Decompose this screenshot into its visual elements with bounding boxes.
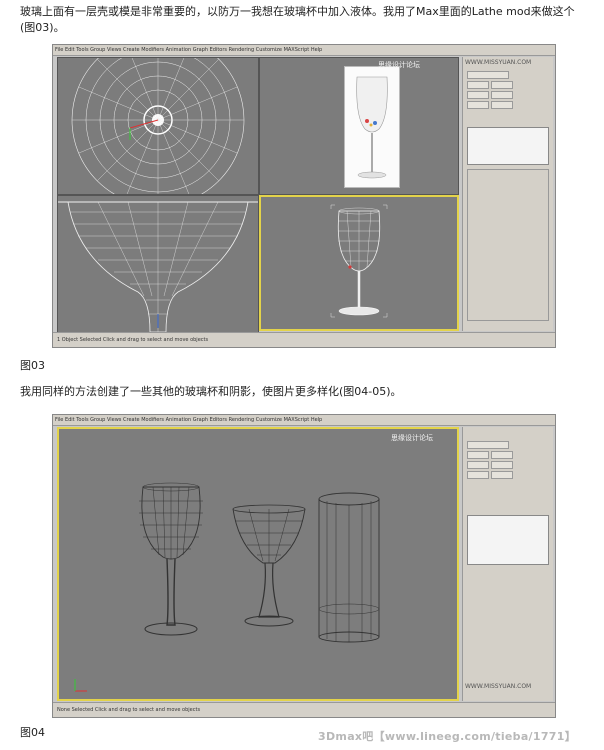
glass-perspective-wireframe: [330, 204, 388, 318]
modifier-list-dropdown[interactable]: [467, 71, 509, 79]
reference-photo: [344, 66, 400, 188]
max-screenshot-lathe: File Edit Tools Group Views Create Modif…: [52, 44, 556, 348]
panel-button[interactable]: [467, 471, 489, 479]
panel-button[interactable]: [491, 101, 513, 109]
three-glasses-wireframe: [74, 482, 380, 692]
paragraph-1: 玻璃上面有一层壳或模是非常重要的，以防万一我想在玻璃杯中加入液体。我用了Max里…: [20, 5, 575, 34]
panel-button[interactable]: [467, 81, 489, 89]
command-panel: WWW.MISSYUAN.COM: [462, 57, 553, 331]
menu-bar: File Edit Tools Group Views Create Modif…: [53, 415, 555, 426]
max-screenshot-glasses: File Edit Tools Group Views Create Modif…: [52, 414, 556, 718]
paragraph-2: 我用同样的方法创建了一些其他的玻璃杯和阴影，使图片更多样化(图04-05)。: [20, 385, 402, 398]
modifier-stack[interactable]: [467, 515, 549, 565]
wine-glass: [139, 482, 203, 636]
panel-button[interactable]: [467, 91, 489, 99]
viewport-top[interactable]: [57, 57, 259, 195]
viewport-left[interactable]: [57, 195, 259, 333]
modifier-list-dropdown[interactable]: [467, 441, 509, 449]
watermark-url-2: WWW.MISSYUAN.COM: [465, 683, 532, 690]
watermark-site-1: 思缘设计论坛: [378, 61, 420, 69]
command-panel: WWW.MISSYUAN.COM: [462, 427, 553, 701]
modifier-stack[interactable]: [467, 127, 549, 165]
status-bar: None Selected Click and drag to select a…: [53, 702, 555, 717]
panel-button[interactable]: [467, 451, 489, 459]
parameters-rollout[interactable]: [467, 169, 549, 321]
panel-button[interactable]: [491, 81, 513, 89]
panel-button[interactable]: [491, 461, 513, 469]
caption-1: 图03: [20, 359, 45, 372]
viewport-front[interactable]: 思缘设计论坛: [259, 57, 459, 195]
panel-button[interactable]: [467, 101, 489, 109]
caption-2: 图04: [20, 726, 45, 739]
viewport-perspective[interactable]: [259, 195, 459, 331]
panel-button[interactable]: [467, 461, 489, 469]
panel-button[interactable]: [491, 451, 513, 459]
glass-side-wireframe: [58, 201, 258, 332]
panel-button[interactable]: [491, 471, 513, 479]
viewport-area: 思缘设计论坛: [57, 57, 459, 333]
menu-bar: File Edit Tools Group Views Create Modif…: [53, 45, 555, 56]
viewport-perspective-large[interactable]: 思缘设计论坛: [57, 427, 459, 701]
watermark-site-2: 思缘设计论坛: [391, 434, 433, 442]
glass-top-wireframe: [71, 58, 245, 194]
wine-glass-photo: [356, 76, 388, 179]
footer-watermark: 3Dmax吧【www.lineeg.com/tieba/1771】: [318, 730, 576, 743]
status-bar: 1 Object Selected Click and drag to sele…: [53, 332, 555, 347]
panel-button[interactable]: [491, 91, 513, 99]
cocktail-glass: [232, 504, 306, 627]
watermark-url-1: WWW.MISSYUAN.COM: [465, 59, 532, 66]
tumbler-glass: [318, 492, 380, 643]
